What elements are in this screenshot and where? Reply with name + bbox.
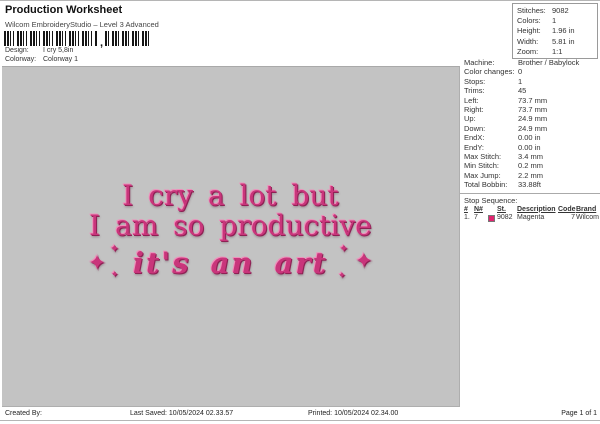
footer: Created By: Last Saved: 10/05/2024 02.33… bbox=[0, 407, 600, 421]
col-header-description: Description bbox=[517, 206, 558, 215]
embroidery-design: I cry a lot but I am so productive ✦ ✦ ✦… bbox=[2, 181, 459, 282]
col-header-st: St. bbox=[488, 206, 517, 215]
cell-code: 7 bbox=[558, 214, 576, 223]
sparkle-icon: ✦ bbox=[88, 252, 106, 274]
machine-row: Stops:1 bbox=[460, 77, 600, 86]
stop-sequence-section: Stop Sequence: # N# St. Description Code… bbox=[460, 193, 600, 223]
created-by-label: Created By: bbox=[5, 410, 42, 417]
last-saved-label: Last Saved: 10/05/2024 02.33.57 bbox=[130, 410, 233, 417]
machine-row: Down:24.9 mm bbox=[460, 124, 600, 133]
design-stats-box: Stitches:9082 Colors:1 Height:1.96 in Wi… bbox=[512, 3, 598, 59]
cell-brand: Wilcom bbox=[576, 214, 600, 223]
machine-row: Machine:Brother / Babylock bbox=[460, 58, 600, 67]
machine-row: Min Stitch:0.2 mm bbox=[460, 161, 600, 170]
sparkle-icon: ✦ bbox=[110, 244, 119, 255]
app-subtitle: Wilcom EmbroideryStudio – Level 3 Advanc… bbox=[5, 20, 159, 29]
barcode-separator: , bbox=[100, 40, 103, 46]
cell-n: 7 bbox=[474, 214, 488, 223]
stop-sequence-title: Stop Sequence: bbox=[464, 196, 600, 205]
sparkle-icon: ✦ bbox=[355, 250, 373, 272]
machine-row: Max Jump:2.2 mm bbox=[460, 171, 600, 180]
colorway-row: Colorway:Colorway 1 bbox=[5, 56, 78, 63]
machine-row: Max Stitch:3.4 mm bbox=[460, 152, 600, 161]
stop-sequence-row: 1. 7 9082 Magenta 7 Wilcom bbox=[464, 214, 600, 223]
col-header-num: # bbox=[464, 206, 474, 215]
design-text-line3: ✦ ✦ ✦ it's an art ✦ ✦ ✦ bbox=[2, 244, 459, 282]
machine-row: Total Bobbin:33.88ft bbox=[460, 180, 600, 189]
design-canvas: I cry a lot but I am so productive ✦ ✦ ✦… bbox=[2, 66, 460, 407]
col-header-n: N# bbox=[474, 206, 488, 215]
sparkle-cluster-left: ✦ ✦ ✦ bbox=[88, 244, 124, 282]
barcode-bars-left bbox=[4, 31, 98, 46]
printed-label: Printed: 10/05/2024 02.34.00 bbox=[308, 410, 398, 417]
design-script-text: it's an art bbox=[133, 246, 328, 280]
machine-info-panel: Machine:Brother / Babylock Color changes… bbox=[460, 58, 600, 223]
design-text-line1: I cry a lot but bbox=[2, 181, 459, 211]
page-number: Page 1 of 1 bbox=[561, 410, 597, 417]
stat-stitches: Stitches:9082 bbox=[517, 6, 597, 16]
colorway-label: Colorway: bbox=[5, 56, 43, 63]
cell-st: 9082 bbox=[488, 214, 517, 223]
stat-colors: Colors:1 bbox=[517, 16, 597, 26]
barcode: , bbox=[4, 31, 151, 46]
design-label: Design: bbox=[5, 47, 43, 54]
cell-num: 1. bbox=[464, 214, 474, 223]
design-value: I cry 5,8in bbox=[43, 47, 73, 54]
sparkle-icon: ✦ bbox=[111, 270, 119, 279]
sparkle-cluster-right: ✦ ✦ ✦ bbox=[337, 244, 373, 282]
design-name-row: Design:I cry 5,8in bbox=[5, 47, 73, 54]
stat-zoom: Zoom:1:1 bbox=[517, 47, 597, 57]
machine-row: EndX:0.00 in bbox=[460, 133, 600, 142]
col-header-code: Code bbox=[558, 206, 576, 215]
stat-width: Width:5.81 in bbox=[517, 37, 597, 47]
col-header-brand: Brand bbox=[576, 206, 600, 215]
stop-sequence-header-row: # N# St. Description Code Brand bbox=[464, 206, 600, 215]
page-title: Production Worksheet bbox=[5, 4, 122, 16]
colorway-value: Colorway 1 bbox=[43, 56, 78, 63]
machine-row: Trims:45 bbox=[460, 86, 600, 95]
stat-height: Height:1.96 in bbox=[517, 26, 597, 36]
machine-row: Left:73.7 mm bbox=[460, 96, 600, 105]
design-text-line2: I am so productive bbox=[2, 211, 459, 241]
machine-row: Color changes:0 bbox=[460, 67, 600, 76]
sparkle-icon: ✦ bbox=[338, 271, 346, 280]
machine-row: Up:24.9 mm bbox=[460, 114, 600, 123]
machine-row: Right:73.7 mm bbox=[460, 105, 600, 114]
barcode-bars-right bbox=[105, 31, 151, 46]
production-worksheet-page: Production Worksheet Wilcom EmbroiderySt… bbox=[0, 0, 600, 424]
cell-st-count: 9082 bbox=[497, 214, 513, 223]
sparkle-icon: ✦ bbox=[339, 244, 348, 255]
thread-color-swatch bbox=[488, 215, 495, 222]
machine-row: EndY:0.00 in bbox=[460, 143, 600, 152]
cell-description: Magenta bbox=[517, 214, 558, 223]
